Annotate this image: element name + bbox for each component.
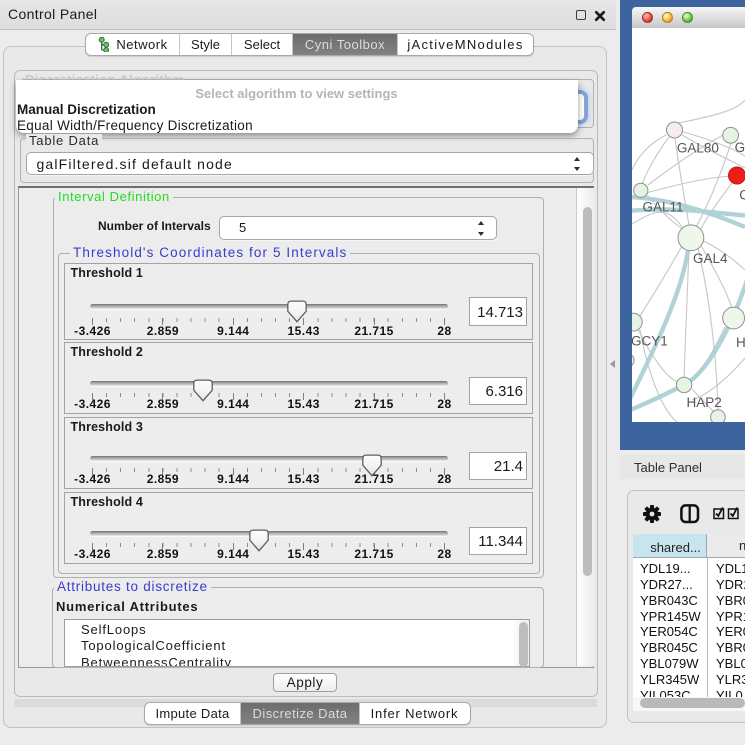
svg-text:GAL11: GAL11 <box>643 199 684 214</box>
svg-text:HAP2: HAP2 <box>687 395 722 410</box>
svg-text:HA: HA <box>736 335 745 350</box>
svg-text:GAL4: GAL4 <box>693 250 728 265</box>
svg-text:GA: GA <box>735 140 745 155</box>
svg-text:CR: CR <box>739 187 745 202</box>
svg-text:GAL80: GAL80 <box>677 140 719 155</box>
svg-text:GCY1: GCY1 <box>632 333 668 348</box>
